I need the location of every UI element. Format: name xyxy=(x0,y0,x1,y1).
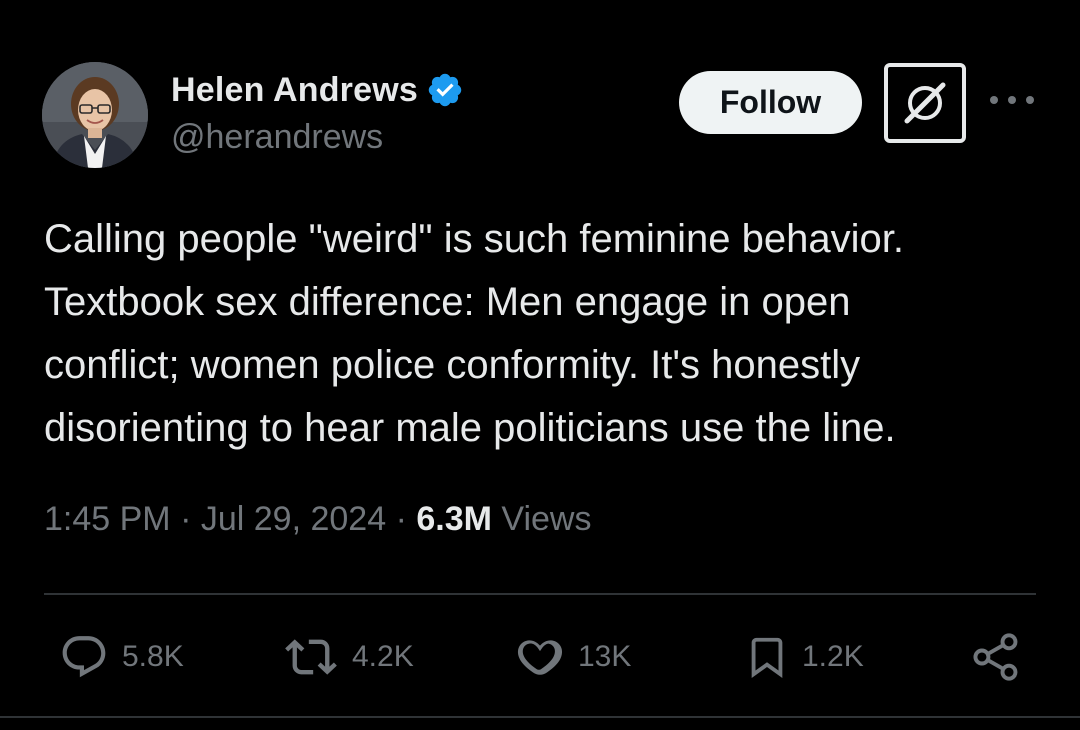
meta-separator: · xyxy=(395,500,407,538)
more-icon-dot xyxy=(990,96,998,104)
bookmark-icon xyxy=(751,637,783,678)
bookmark-button[interactable]: 1.2K xyxy=(744,630,864,684)
verified-badge-icon[interactable] xyxy=(426,71,464,109)
tweet-text-line: Textbook sex difference: Men engage in o… xyxy=(44,280,851,324)
follow-button[interactable]: Follow xyxy=(679,71,862,134)
reply-icon xyxy=(62,636,106,678)
tweet-text-line: disorienting to hear male politicians us… xyxy=(44,406,896,450)
like-button[interactable]: 13K xyxy=(514,630,631,684)
more-icon-dot xyxy=(1026,96,1034,104)
author-handle[interactable]: @herandrews xyxy=(171,118,383,157)
more-options-button[interactable] xyxy=(990,88,1034,112)
grok-button[interactable] xyxy=(884,63,966,143)
share-button[interactable] xyxy=(970,630,1022,684)
tweet-text-line: Calling people "weird" is such feminine … xyxy=(44,217,904,261)
heart-icon xyxy=(517,640,563,675)
avatar[interactable] xyxy=(42,62,148,168)
tweet-meta: 1:45 PM · Jul 29, 2024 · 6.3M Views xyxy=(44,500,592,539)
author-name-row[interactable]: Helen Andrews xyxy=(171,68,464,112)
author-name[interactable]: Helen Andrews xyxy=(171,71,418,110)
repost-button[interactable]: 4.2K xyxy=(282,630,414,684)
tweet-date[interactable]: Jul 29, 2024 xyxy=(201,500,386,538)
views-count[interactable]: 6.3M xyxy=(416,500,492,538)
views-label: Views xyxy=(501,500,592,538)
like-count: 13K xyxy=(578,640,632,673)
tweet-text-line: conflict; women police conformity. It's … xyxy=(44,343,861,387)
tweet-text: Calling people "weird" is such feminine … xyxy=(44,208,1054,460)
repost-icon xyxy=(285,639,337,675)
meta-separator: · xyxy=(180,500,192,538)
grok-icon xyxy=(904,82,946,124)
more-icon-dot xyxy=(1008,96,1016,104)
divider xyxy=(0,716,1080,718)
reply-button[interactable]: 5.8K xyxy=(58,630,184,684)
tweet-time[interactable]: 1:45 PM xyxy=(44,500,171,538)
divider xyxy=(44,593,1036,595)
bookmark-count: 1.2K xyxy=(802,640,864,673)
share-icon xyxy=(973,633,1018,681)
reply-count: 5.8K xyxy=(122,640,184,673)
repost-count: 4.2K xyxy=(352,640,414,673)
avatar-image xyxy=(42,62,148,168)
